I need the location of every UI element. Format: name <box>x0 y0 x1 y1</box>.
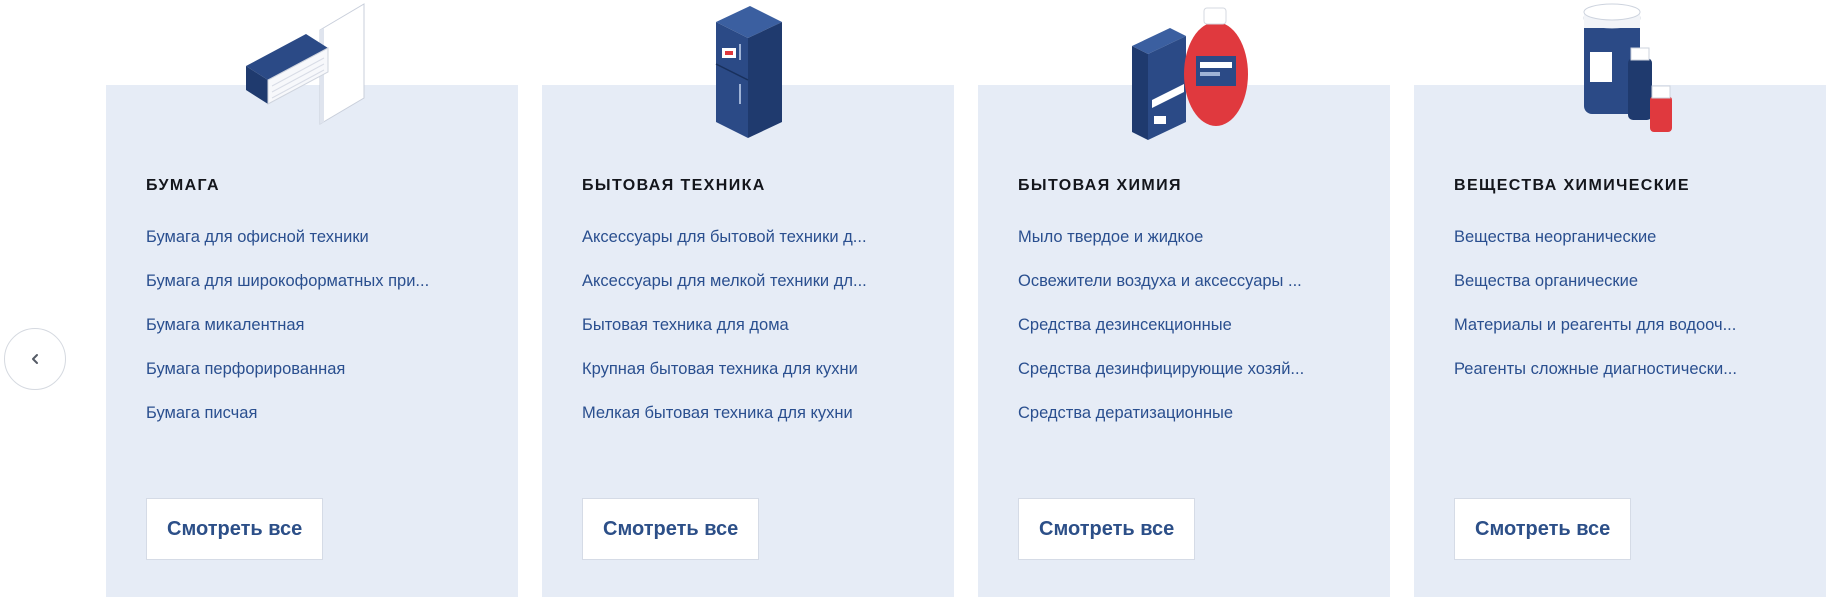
category-link[interactable]: Аксессуары для бытовой техники д... <box>582 215 922 259</box>
category-card-paper: БУМАГА Бумага для офисной техники Бумага… <box>106 3 518 597</box>
view-all-button[interactable]: Смотреть все <box>146 498 324 560</box>
chemical-jars-icon <box>1540 0 1700 140</box>
list-item: Крупная бытовая техника для кухни <box>582 347 922 391</box>
category-link[interactable]: Средства дератизационные <box>1018 391 1358 435</box>
category-link[interactable]: Средства дезинсекционные <box>1018 303 1358 347</box>
carousel-prev-button[interactable] <box>4 328 66 390</box>
list-item: Аксессуары для бытовой техники д... <box>582 215 922 259</box>
detergent-icon <box>1104 0 1264 140</box>
list-item: Средства дератизационные <box>1018 391 1358 435</box>
list-item: Мыло твердое и жидкое <box>1018 215 1358 259</box>
card-link-list: Бумага для офисной техники Бумага для ши… <box>146 215 486 435</box>
list-item: Бумага писчая <box>146 391 486 435</box>
category-link[interactable]: Бумага для офисной техники <box>146 215 486 259</box>
category-link[interactable]: Реагенты сложные диагностически... <box>1454 347 1794 391</box>
card-link-list: Мыло твердое и жидкое Освежители воздуха… <box>1018 215 1358 435</box>
category-link[interactable]: Аксессуары для мелкой техники дл... <box>582 259 922 303</box>
list-item: Бумага для офисной техники <box>146 215 486 259</box>
category-link[interactable]: Бумага для широкоформатных при... <box>146 259 486 303</box>
category-link[interactable]: Вещества неорганические <box>1454 215 1794 259</box>
category-card-household-chemicals: БЫТОВАЯ ХИМИЯ Мыло твердое и жидкое Осве… <box>978 7 1390 597</box>
category-link[interactable]: Крупная бытовая техника для кухни <box>582 347 922 391</box>
view-all-button[interactable]: Смотреть все <box>582 498 760 560</box>
category-link[interactable]: Вещества органические <box>1454 259 1794 303</box>
card-title: БЫТОВАЯ ХИМИЯ <box>1018 177 1182 194</box>
list-item: Аксессуары для мелкой техники дл... <box>582 259 922 303</box>
category-link[interactable]: Бумага перфорированная <box>146 347 486 391</box>
view-all-button[interactable]: Смотреть все <box>1018 498 1196 560</box>
category-link[interactable]: Материалы и реагенты для водооч... <box>1454 303 1794 347</box>
category-link[interactable]: Бумага писчая <box>146 391 486 435</box>
chevron-left-icon <box>32 354 38 364</box>
list-item: Освежители воздуха и аксессуары ... <box>1018 259 1358 303</box>
list-item: Бумага перфорированная <box>146 347 486 391</box>
list-item: Бумага микалентная <box>146 303 486 347</box>
card-title: БУМАГА <box>146 177 220 194</box>
list-item: Бумага для широкоформатных при... <box>146 259 486 303</box>
list-item: Средства дезинфицирующие хозяй... <box>1018 347 1358 391</box>
list-item: Бытовая техника для дома <box>582 303 922 347</box>
card-title: ВЕЩЕСТВА ХИМИЧЕСКИЕ <box>1454 177 1690 194</box>
list-item: Средства дезинсекционные <box>1018 303 1358 347</box>
category-link[interactable]: Мелкая бытовая техника для кухни <box>582 391 922 435</box>
card-link-list: Аксессуары для бытовой техники д... Аксе… <box>582 215 922 435</box>
category-card-chemical-substances: ВЕЩЕСТВА ХИМИЧЕСКИЕ Вещества неорганичес… <box>1414 3 1826 597</box>
card-link-list: Вещества неорганические Вещества органич… <box>1454 215 1794 391</box>
category-link[interactable]: Средства дезинфицирующие хозяй... <box>1018 347 1358 391</box>
list-item: Материалы и реагенты для водооч... <box>1454 303 1794 347</box>
category-card-appliances: БЫТОВАЯ ТЕХНИКА Аксессуары для бытовой т… <box>542 6 954 597</box>
list-item: Вещества неорганические <box>1454 215 1794 259</box>
paper-box-icon <box>232 0 392 140</box>
refrigerator-icon <box>668 0 828 140</box>
list-item: Вещества органические <box>1454 259 1794 303</box>
list-item: Реагенты сложные диагностически... <box>1454 347 1794 391</box>
category-link[interactable]: Бытовая техника для дома <box>582 303 922 347</box>
category-link[interactable]: Освежители воздуха и аксессуары ... <box>1018 259 1358 303</box>
list-item: Мелкая бытовая техника для кухни <box>582 391 922 435</box>
card-title: БЫТОВАЯ ТЕХНИКА <box>582 177 766 194</box>
category-link[interactable]: Мыло твердое и жидкое <box>1018 215 1358 259</box>
view-all-button[interactable]: Смотреть все <box>1454 498 1632 560</box>
category-link[interactable]: Бумага микалентная <box>146 303 486 347</box>
